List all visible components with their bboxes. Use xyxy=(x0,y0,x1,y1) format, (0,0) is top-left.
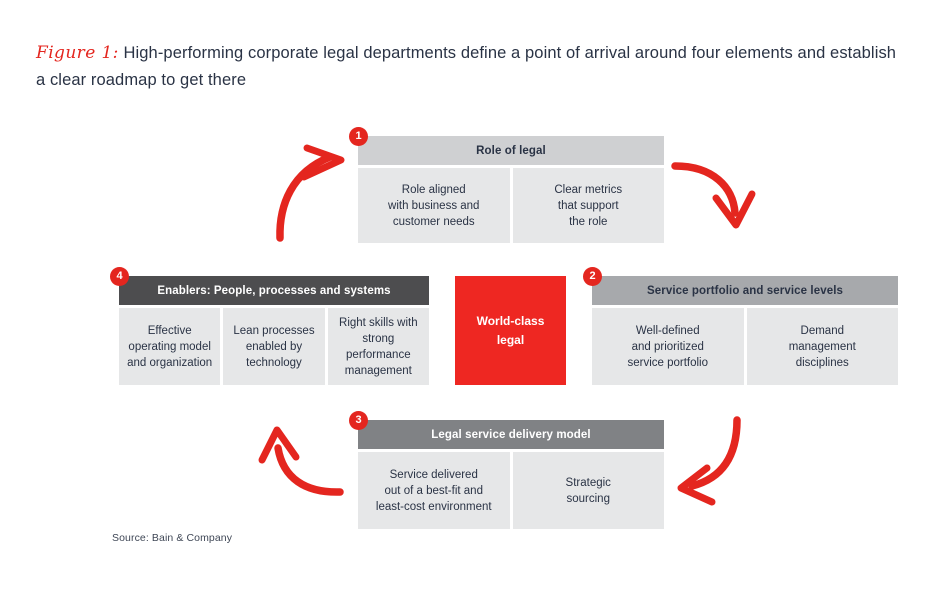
panel-enablers[interactable]: 4 Enablers: People, processes and system… xyxy=(110,267,429,385)
source-note: Source: Bain & Company xyxy=(112,532,233,544)
cell-line: least-cost environment xyxy=(375,500,492,513)
panel-badge-1: 1 xyxy=(349,127,368,146)
panel-badge-3: 3 xyxy=(349,411,368,430)
panel-badge-2: 2 xyxy=(583,267,602,286)
cell-line: enabled by xyxy=(245,340,303,353)
cell-line: sourcing xyxy=(566,492,610,505)
cell-line: Lean processes xyxy=(233,324,315,337)
cell-line: Effective xyxy=(147,324,192,337)
cell-line: management xyxy=(788,340,856,353)
panel-cell[interactable]: Role aligned with business and customer … xyxy=(358,168,510,243)
cell-line: strong performance xyxy=(346,332,411,361)
cell-line: the role xyxy=(569,215,608,228)
arrow-left-to-top-icon xyxy=(276,144,345,242)
cell-line: with business and xyxy=(388,199,480,212)
panel-cell[interactable]: Effective operating model and organizati… xyxy=(119,308,221,385)
cell-line: out of a best-fit and xyxy=(384,484,483,497)
cell-line: Strategic xyxy=(565,476,611,489)
cell-line: Role aligned xyxy=(401,183,466,196)
panel-header-service-portfolio: Service portfolio and service levels xyxy=(592,276,898,305)
arrow-top-to-right-icon xyxy=(671,162,756,229)
cell-line: disciplines xyxy=(795,356,849,369)
panel-body-role-of-legal: Role aligned with business and customer … xyxy=(358,168,664,243)
panel-cell[interactable]: Well-defined and prioritized service por… xyxy=(592,308,744,385)
panel-badge-4: 4 xyxy=(110,267,129,286)
panel-header-legal-service-delivery: Legal service delivery model xyxy=(358,420,664,449)
cell-line: Service delivered xyxy=(389,468,478,481)
diagram-canvas: 1 Role of legal Role aligned with busine… xyxy=(0,0,950,603)
panel-header-role-of-legal: Role of legal xyxy=(358,136,664,165)
panel-role-of-legal[interactable]: 1 Role of legal Role aligned with busine… xyxy=(349,127,664,243)
cell-line: Right skills with xyxy=(339,316,418,329)
panel-cell[interactable]: Demand management disciplines xyxy=(746,308,898,385)
cell-line: and organization xyxy=(127,356,213,369)
panel-service-portfolio[interactable]: 2 Service portfolio and service levels W… xyxy=(583,267,898,385)
cell-line: service portfolio xyxy=(627,356,709,369)
panel-body-enablers: Effective operating model and organizati… xyxy=(119,308,429,385)
panel-cell[interactable]: Strategic sourcing xyxy=(512,452,664,529)
cell-line: operating model xyxy=(128,340,211,353)
arrow-right-to-bottom-icon xyxy=(677,416,741,506)
cell-line: Clear metrics xyxy=(554,183,623,196)
center-line-1: World-class xyxy=(476,313,545,328)
cell-line: that support xyxy=(557,199,619,212)
cell-line: Well-defined xyxy=(635,324,700,337)
center-world-class-legal[interactable]: World-class legal xyxy=(455,276,566,385)
panel-header-enablers: Enablers: People, processes and systems xyxy=(119,276,429,305)
cell-line: and prioritized xyxy=(631,340,704,353)
panel-body-service-portfolio: Well-defined and prioritized service por… xyxy=(592,308,898,385)
panel-body-legal-service-delivery: Service delivered out of a best-fit and … xyxy=(358,452,664,529)
cell-line: customer needs xyxy=(392,215,475,228)
cell-line: management xyxy=(344,364,412,377)
panel-cell[interactable]: Lean processes enabled by technology xyxy=(223,308,325,385)
panel-cell[interactable]: Right skills with strong performance man… xyxy=(327,308,429,385)
arrow-bottom-to-left-icon xyxy=(258,426,344,496)
panel-cell[interactable]: Clear metrics that support the role xyxy=(512,168,664,243)
panel-cell[interactable]: Service delivered out of a best-fit and … xyxy=(358,452,510,529)
center-line-2: legal xyxy=(496,332,525,347)
cell-line: technology xyxy=(246,356,302,369)
panel-legal-service-delivery[interactable]: 3 Legal service delivery model Service d… xyxy=(349,411,664,529)
cell-line: Demand xyxy=(800,324,844,337)
